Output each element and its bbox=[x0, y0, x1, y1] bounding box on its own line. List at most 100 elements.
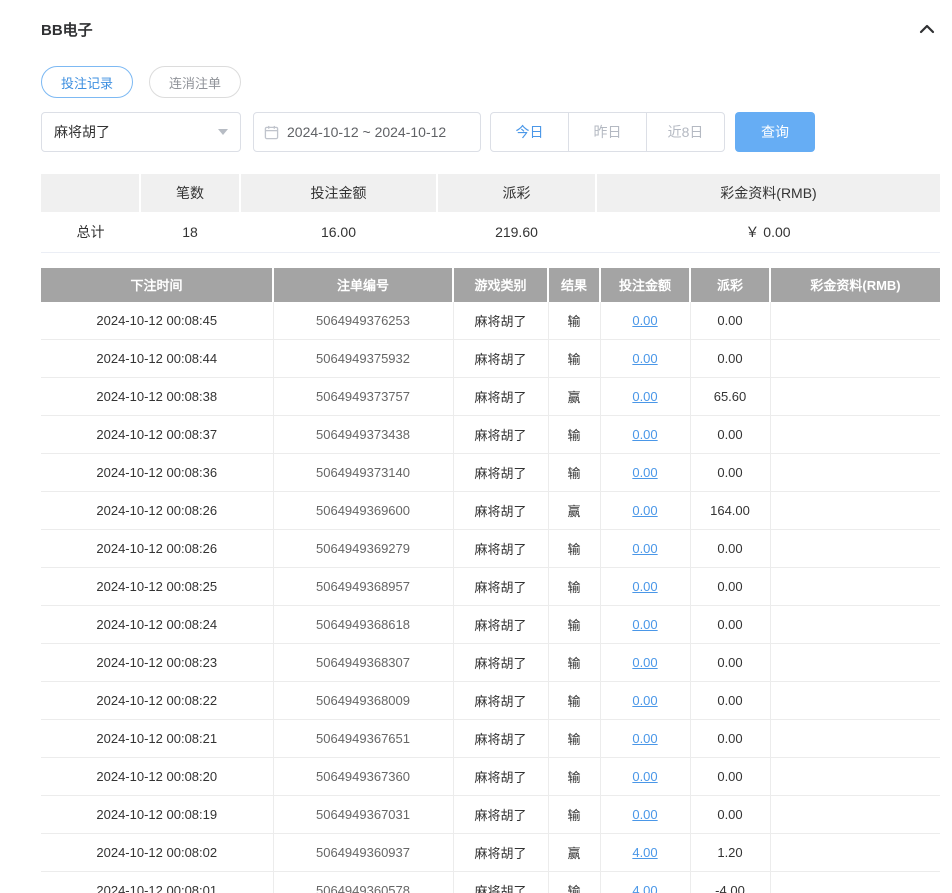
table-row: 2024-10-12 00:08:26 5064949369600 麻将胡了 赢… bbox=[41, 491, 940, 530]
collapse-chevron-up-icon[interactable] bbox=[914, 16, 940, 42]
cell-bet-time: 2024-10-12 00:08:23 bbox=[41, 643, 274, 682]
col-order-number: 注单编号 bbox=[273, 267, 454, 302]
last-8-days-button[interactable]: 近8日 bbox=[646, 112, 725, 152]
cell-payout: 0.00 bbox=[690, 529, 771, 568]
cell-bonus bbox=[770, 795, 940, 834]
query-button[interactable]: 查询 bbox=[735, 112, 815, 152]
cell-bet-amount: 4.00 bbox=[600, 833, 691, 872]
yesterday-button[interactable]: 昨日 bbox=[568, 112, 647, 152]
cell-result: 输 bbox=[548, 757, 601, 796]
col-bonus: 彩金资料(RMB) bbox=[770, 267, 940, 302]
cell-bet-time: 2024-10-12 00:08:25 bbox=[41, 567, 274, 606]
cell-result: 输 bbox=[548, 339, 601, 378]
table-row: 2024-10-12 00:08:25 5064949368957 麻将胡了 输… bbox=[41, 567, 940, 606]
bet-amount-link[interactable]: 0.00 bbox=[632, 617, 657, 632]
summary-total-bet-amount: 16.00 bbox=[240, 212, 437, 253]
cell-result: 输 bbox=[548, 795, 601, 834]
cell-bonus bbox=[770, 719, 940, 758]
bet-amount-link[interactable]: 0.00 bbox=[632, 655, 657, 670]
bet-amount-link[interactable]: 0.00 bbox=[632, 427, 657, 442]
col-bet-time: 下注时间 bbox=[41, 267, 274, 302]
cell-bonus bbox=[770, 833, 940, 872]
cell-game-type: 麻将胡了 bbox=[453, 491, 549, 530]
cell-bonus bbox=[770, 567, 940, 606]
chevron-down-icon bbox=[218, 129, 228, 135]
cell-bet-amount: 0.00 bbox=[600, 453, 691, 492]
cell-game-type: 麻将胡了 bbox=[453, 377, 549, 416]
bet-amount-link[interactable]: 0.00 bbox=[632, 351, 657, 366]
cell-bet-time: 2024-10-12 00:08:19 bbox=[41, 795, 274, 834]
cell-result: 输 bbox=[548, 719, 601, 758]
cell-payout: 164.00 bbox=[690, 491, 771, 530]
cell-bet-time: 2024-10-12 00:08:26 bbox=[41, 491, 274, 530]
bet-amount-link[interactable]: 0.00 bbox=[632, 731, 657, 746]
cell-game-type: 麻将胡了 bbox=[453, 833, 549, 872]
tab-betting-records[interactable]: 投注记录 bbox=[41, 66, 134, 98]
quick-date-button-group: 今日 昨日 近8日 bbox=[490, 112, 725, 152]
cell-order-number: 5064949367031 bbox=[273, 795, 454, 834]
panel-header: BB电子 bbox=[41, 16, 940, 42]
bet-amount-link[interactable]: 0.00 bbox=[632, 579, 657, 594]
cell-order-number: 5064949369600 bbox=[273, 491, 454, 530]
tab-cancelled-orders[interactable]: 连消注单 bbox=[149, 66, 242, 98]
cell-game-type: 麻将胡了 bbox=[453, 643, 549, 682]
bet-amount-link[interactable]: 0.00 bbox=[632, 503, 657, 518]
bet-amount-link[interactable]: 0.00 bbox=[632, 693, 657, 708]
table-row: 2024-10-12 00:08:23 5064949368307 麻将胡了 输… bbox=[41, 643, 940, 682]
cell-payout: 0.00 bbox=[690, 757, 771, 796]
cell-order-number: 5064949369279 bbox=[273, 529, 454, 568]
bet-amount-link[interactable]: 0.00 bbox=[632, 389, 657, 404]
cell-bonus bbox=[770, 529, 940, 568]
cell-result: 输 bbox=[548, 643, 601, 682]
cell-payout: 0.00 bbox=[690, 643, 771, 682]
summary-total-payout: 219.60 bbox=[437, 212, 596, 253]
cell-bet-time: 2024-10-12 00:08:36 bbox=[41, 453, 274, 492]
table-row: 2024-10-12 00:08:01 5064949360578 麻将胡了 输… bbox=[41, 871, 940, 893]
cell-order-number: 5064949360937 bbox=[273, 833, 454, 872]
cell-game-type: 麻将胡了 bbox=[453, 301, 549, 340]
summary-col-bet-amount: 投注金额 bbox=[240, 174, 438, 212]
cell-bonus bbox=[770, 605, 940, 644]
summary-col-empty bbox=[41, 174, 141, 212]
table-row: 2024-10-12 00:08:26 5064949369279 麻将胡了 输… bbox=[41, 529, 940, 568]
cell-bet-time: 2024-10-12 00:08:02 bbox=[41, 833, 274, 872]
cell-payout: 0.00 bbox=[690, 453, 771, 492]
bet-amount-link[interactable]: 0.00 bbox=[632, 313, 657, 328]
cell-order-number: 5064949373438 bbox=[273, 415, 454, 454]
cell-bet-amount: 0.00 bbox=[600, 757, 691, 796]
cell-result: 输 bbox=[548, 681, 601, 720]
bet-amount-link[interactable]: 4.00 bbox=[632, 883, 657, 893]
cell-order-number: 5064949376253 bbox=[273, 301, 454, 340]
cell-bonus bbox=[770, 491, 940, 530]
date-range-input[interactable]: 2024-10-12 ~ 2024-10-12 bbox=[253, 112, 481, 152]
bet-amount-link[interactable]: 0.00 bbox=[632, 769, 657, 784]
bet-amount-link[interactable]: 0.00 bbox=[632, 465, 657, 480]
cell-bet-amount: 0.00 bbox=[600, 339, 691, 378]
calendar-icon bbox=[264, 125, 279, 140]
today-button[interactable]: 今日 bbox=[490, 112, 569, 152]
cell-bet-amount: 0.00 bbox=[600, 415, 691, 454]
cell-result: 输 bbox=[548, 415, 601, 454]
cell-bet-amount: 4.00 bbox=[600, 871, 691, 893]
bet-amount-link[interactable]: 4.00 bbox=[632, 845, 657, 860]
summary-col-bonus: 彩金资料(RMB) bbox=[596, 174, 940, 212]
cell-order-number: 5064949368307 bbox=[273, 643, 454, 682]
tabs: 投注记录 连消注单 bbox=[41, 66, 940, 98]
table-row: 2024-10-12 00:08:36 5064949373140 麻将胡了 输… bbox=[41, 453, 940, 492]
game-select[interactable]: 麻将胡了 bbox=[41, 112, 241, 152]
cell-bonus bbox=[770, 681, 940, 720]
cell-bonus bbox=[770, 453, 940, 492]
summary-total-count: 18 bbox=[140, 212, 240, 253]
cell-result: 赢 bbox=[548, 491, 601, 530]
date-range-value: 2024-10-12 ~ 2024-10-12 bbox=[287, 124, 447, 140]
bet-amount-link[interactable]: 0.00 bbox=[632, 807, 657, 822]
cell-bet-amount: 0.00 bbox=[600, 491, 691, 530]
cell-bonus bbox=[770, 339, 940, 378]
cell-game-type: 麻将胡了 bbox=[453, 795, 549, 834]
cell-game-type: 麻将胡了 bbox=[453, 453, 549, 492]
cell-bet-amount: 0.00 bbox=[600, 301, 691, 340]
cell-result: 赢 bbox=[548, 833, 601, 872]
cell-bet-time: 2024-10-12 00:08:24 bbox=[41, 605, 274, 644]
bet-amount-link[interactable]: 0.00 bbox=[632, 541, 657, 556]
table-row: 2024-10-12 00:08:24 5064949368618 麻将胡了 输… bbox=[41, 605, 940, 644]
